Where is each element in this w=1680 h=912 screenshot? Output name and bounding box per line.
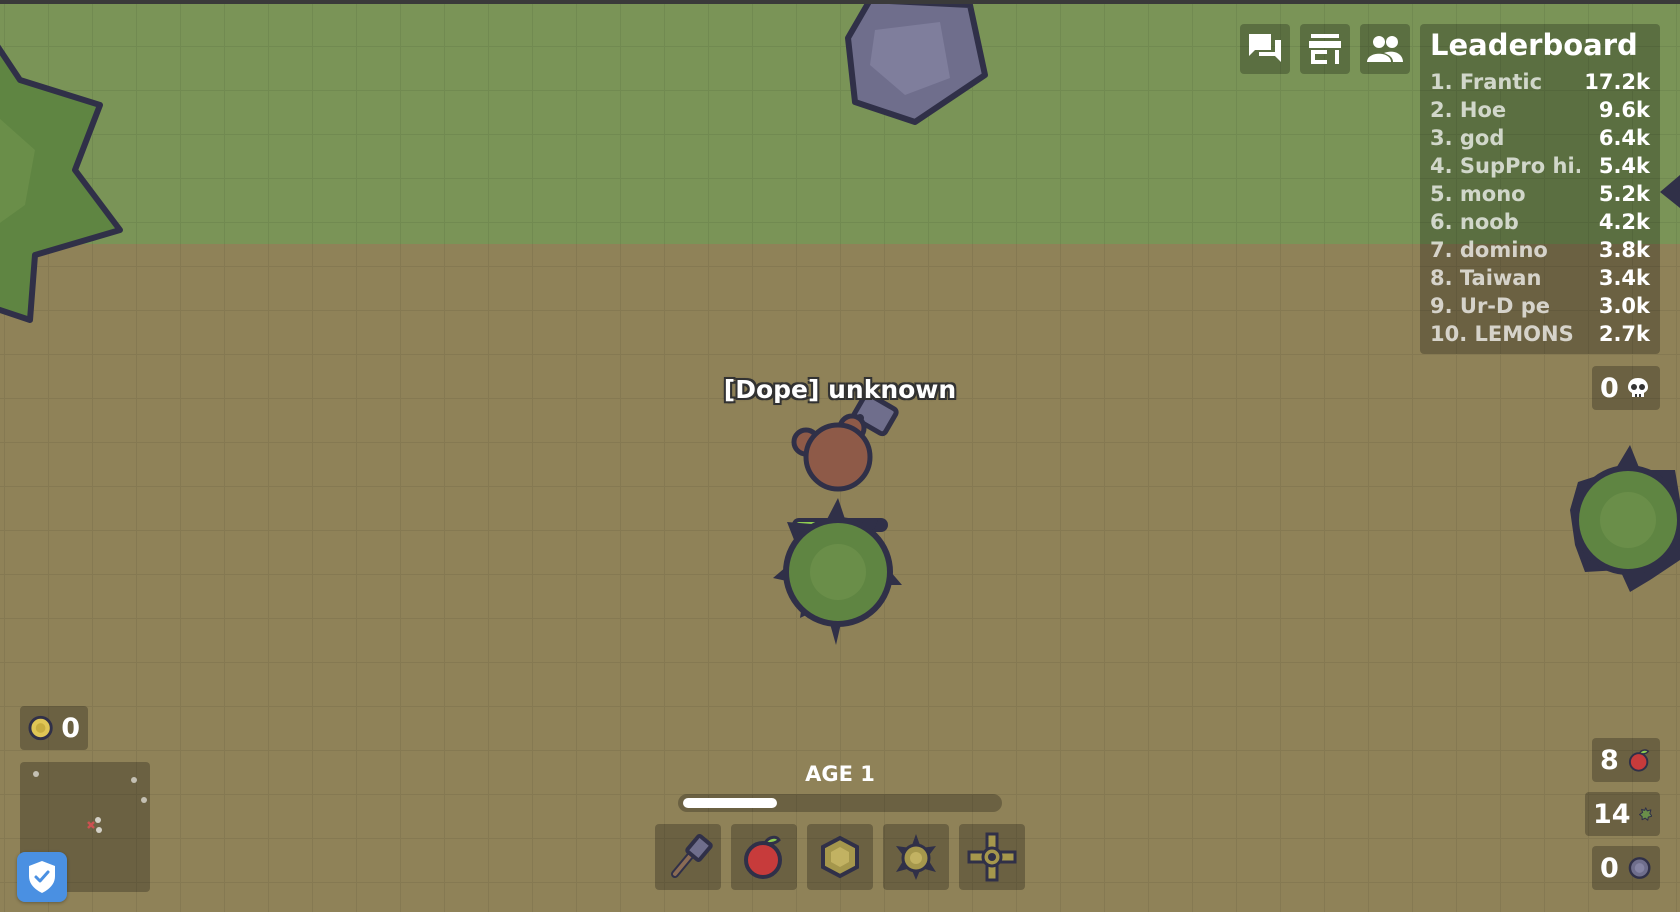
leaderboard-player-name: 4. SupPro hi... [1430,154,1580,178]
food-counter: 8 [1592,738,1660,782]
top-border [0,0,1680,4]
leaderboard-player-name: 2. Hoe [1430,98,1507,122]
chat-icon [1249,34,1281,62]
hammer-icon [671,834,713,878]
chat-button[interactable] [1240,24,1290,74]
leaderboard-row: 7. domino 3.8k [1430,236,1650,264]
leaderboard-player-name: 3. god [1430,126,1505,150]
leaderboard-row: 8. Taiwan 3.4k [1430,264,1650,292]
age-label: AGE 1 [805,762,875,786]
skull-icon [1627,378,1648,397]
hotbar-slot-hammer[interactable] [655,824,721,890]
gold-value: 0 [61,712,80,744]
leaderboard-row: 1. Frantic 17.2k [1430,68,1650,96]
gold-coin-icon [28,715,53,741]
leaderboard-score: 5.4k [1598,154,1650,178]
age-progress-bar [678,794,1002,812]
leaderboard-panel: Leaderboard 1. Frantic 17.2k 2. Hoe 9.6k 3. … [1420,24,1660,354]
gold-counter: 0 [20,706,88,750]
leaderboard-score: 6.4k [1598,126,1650,150]
leaderboard-player-name: 6. noob [1430,210,1519,234]
kills-counter: 0 [1592,366,1660,410]
leaderboard-row: 10. LEMONS 2.7k [1430,320,1650,348]
shield-check-icon [29,861,55,893]
shop-icon [1309,34,1341,64]
leaderboard-score: 3.0k [1598,294,1650,318]
leaderboard-score: 5.2k [1598,182,1650,206]
leaderboard-player-name: 7. domino [1430,238,1548,262]
hotbar-slot-windmill[interactable] [959,824,1025,890]
player-name-label: [Dope] unknown [723,375,957,404]
age-progress-fill [683,798,777,808]
shop-button[interactable] [1300,24,1350,74]
wood-counter: 14 [1585,792,1660,836]
leaderboard-player-name: 5. mono [1430,182,1526,206]
stone-icon [1628,857,1651,879]
leaderboard-score: 17.2k [1584,70,1650,94]
leaderboard-player-name: 1. Frantic [1430,70,1543,94]
wood-wall-icon [821,835,859,879]
wood-value: 14 [1593,798,1631,830]
leaderboard-score: 3.8k [1598,238,1650,262]
leaderboard-score: 4.2k [1598,210,1650,234]
leaderboard-row: 5. mono 5.2k [1430,180,1650,208]
clan-icon [1367,36,1403,62]
privacy-shield-button[interactable] [17,852,67,902]
leaderboard-score: 3.4k [1598,266,1650,290]
wood-icon [1638,807,1652,821]
windmill-icon [967,832,1017,882]
kills-value: 0 [1600,372,1619,404]
leaderboard-player-name: 10. LEMONS [1430,322,1574,346]
spike-icon [896,834,936,880]
stone-value: 0 [1600,852,1619,884]
leaderboard-list: 1. Frantic 17.2k 2. Hoe 9.6k 3. god 6.4k 4. Su… [1430,68,1650,348]
leaderboard-player-name: 9. Ur-D pe [1430,294,1551,318]
leaderboard-title: Leaderboard [1430,28,1638,62]
food-value: 8 [1600,744,1619,776]
leaderboard-row: 2. Hoe 9.6k [1430,96,1650,124]
hotbar-slot-apple[interactable] [731,824,797,890]
hotbar-slot-wood-wall[interactable] [807,824,873,890]
hotbar-slot-spike[interactable] [883,824,949,890]
leaderboard-score: 9.6k [1598,98,1650,122]
leaderboard-score: 2.7k [1598,322,1650,346]
leaderboard-player-name: 8. Taiwan [1430,266,1542,290]
apple-icon [1628,749,1650,772]
leaderboard-row: 4. SupPro hi... 5.4k [1430,152,1650,180]
apple-icon [744,835,782,879]
death-marker-icon [87,821,95,829]
leaderboard-row: 9. Ur-D pe 3.0k [1430,292,1650,320]
leaderboard-row: 3. god 6.4k [1430,124,1650,152]
clan-button[interactable] [1360,24,1410,74]
leaderboard-row: 6. noob 4.2k [1430,208,1650,236]
stone-counter: 0 [1592,846,1660,890]
